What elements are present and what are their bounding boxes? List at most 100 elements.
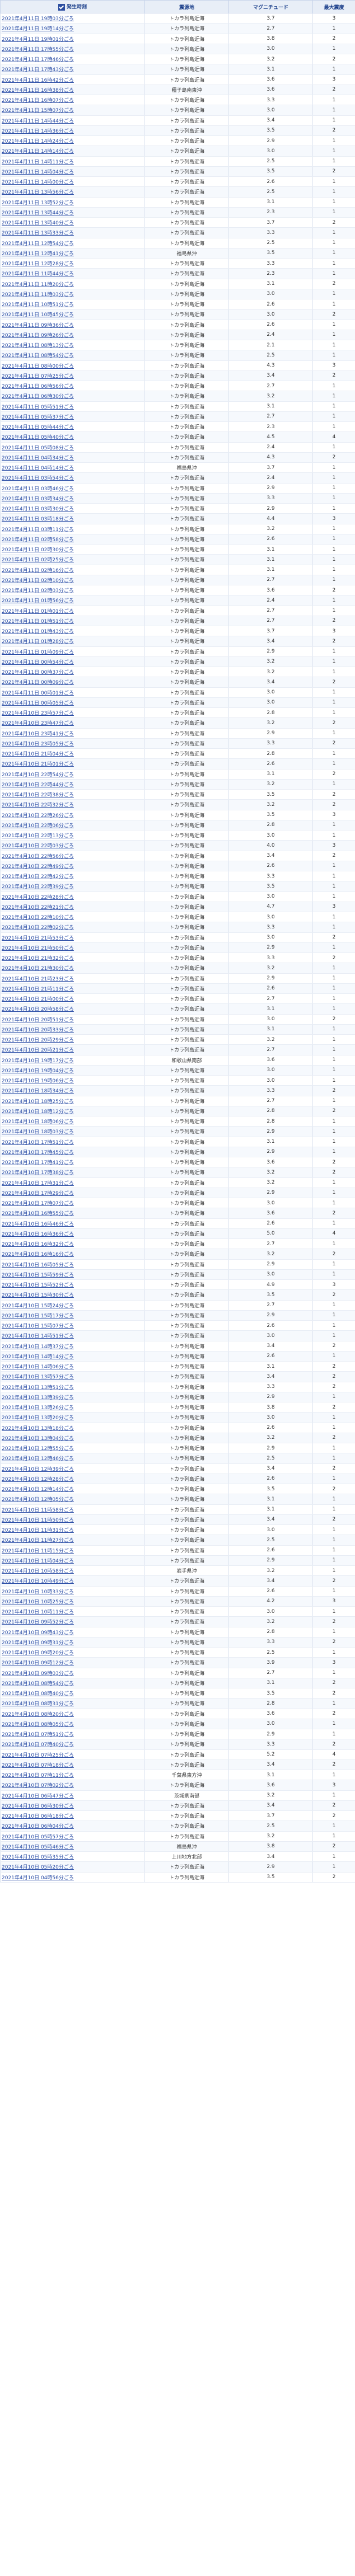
quake-time-link[interactable]: 2021年4月11日 09時36分ごろ	[0, 320, 145, 330]
quake-time-link[interactable]: 2021年4月10日 07時40分ごろ	[0, 1739, 145, 1750]
quake-time-link[interactable]: 2021年4月10日 21時00分ごろ	[0, 993, 145, 1005]
quake-time-link[interactable]: 2021年4月10日 12時05分ごろ	[0, 1494, 145, 1505]
quake-time-link[interactable]: 2021年4月11日 14時44分ごろ	[0, 115, 145, 126]
checkbox-icon[interactable]	[58, 3, 65, 11]
quake-time-link[interactable]: 2021年4月11日 00時09分ごろ	[0, 677, 145, 688]
quake-time-link[interactable]: 2021年4月11日 13時40分ごろ	[0, 217, 145, 228]
quake-time-link[interactable]: 2021年4月10日 10時33分ごろ	[0, 1586, 145, 1597]
quake-time-link[interactable]: 2021年4月10日 17時38分ごろ	[0, 1167, 145, 1178]
quake-time-link[interactable]: 2021年4月11日 00時01分ごろ	[0, 687, 145, 698]
quake-time-link[interactable]: 2021年4月10日 21時01分ごろ	[0, 758, 145, 769]
quake-time-link[interactable]: 2021年4月10日 22時39分ごろ	[0, 881, 145, 892]
quake-time-link[interactable]: 2021年4月10日 22時06分ごろ	[0, 820, 145, 831]
quake-time-link[interactable]: 2021年4月10日 12時39分ごろ	[0, 1463, 145, 1474]
quake-time-link[interactable]: 2021年4月10日 14時37分ごろ	[0, 1341, 145, 1352]
quake-time-link[interactable]: 2021年4月11日 07時25分ごろ	[0, 370, 145, 382]
quake-time-link[interactable]: 2021年4月10日 11時15分ごろ	[0, 1545, 145, 1556]
quake-time-link[interactable]: 2021年4月11日 14時36分ごろ	[0, 125, 145, 137]
quake-time-link[interactable]: 2021年4月11日 01時28分ごろ	[0, 636, 145, 647]
quake-time-link[interactable]: 2021年4月10日 11時31分ごろ	[0, 1524, 145, 1536]
quake-time-link[interactable]: 2021年4月11日 10時51分ごろ	[0, 299, 145, 310]
quake-time-link[interactable]: 2021年4月11日 04時14分ごろ	[0, 462, 145, 473]
quake-time-link[interactable]: 2021年4月10日 22時28分ごろ	[0, 891, 145, 902]
quake-time-link[interactable]: 2021年4月10日 18時25分ごろ	[0, 1096, 145, 1106]
quake-time-link[interactable]: 2021年4月11日 03時54分ごろ	[0, 472, 145, 484]
quake-time-link[interactable]: 2021年4月10日 14時51分ごろ	[0, 1330, 145, 1341]
quake-time-link[interactable]: 2021年4月10日 13時57分ごろ	[0, 1371, 145, 1382]
quake-time-link[interactable]: 2021年4月10日 13時20分ごろ	[0, 1412, 145, 1423]
quake-time-link[interactable]: 2021年4月11日 12時41分ごろ	[0, 248, 145, 259]
quake-time-link[interactable]: 2021年4月10日 22時10分ごろ	[0, 912, 145, 923]
quake-time-link[interactable]: 2021年4月11日 03時30分ごろ	[0, 503, 145, 514]
quake-time-link[interactable]: 2021年4月10日 19時06分ごろ	[0, 1075, 145, 1086]
quake-time-link[interactable]: 2021年4月11日 06時30分ごろ	[0, 391, 145, 402]
quake-time-link[interactable]: 2021年4月10日 12時14分ごろ	[0, 1484, 145, 1495]
quake-time-link[interactable]: 2021年4月10日 20時51分ごろ	[0, 1014, 145, 1025]
quake-time-link[interactable]: 2021年4月10日 10時49分ごろ	[0, 1575, 145, 1587]
quake-time-link[interactable]: 2021年4月11日 13時44分ごろ	[0, 207, 145, 218]
quake-time-link[interactable]: 2021年4月11日 03時18分ごろ	[0, 513, 145, 524]
quake-time-link[interactable]: 2021年4月10日 17時45分ごろ	[0, 1147, 145, 1158]
quake-time-link[interactable]: 2021年4月11日 16時42分ごろ	[0, 74, 145, 85]
quake-time-link[interactable]: 2021年4月10日 15時30分ごろ	[0, 1289, 145, 1301]
quake-time-link[interactable]: 2021年4月11日 11時03分ごろ	[0, 289, 145, 300]
quake-time-link[interactable]: 2021年4月10日 17時29分ごろ	[0, 1188, 145, 1199]
quake-time-link[interactable]: 2021年4月11日 13時56分ごろ	[0, 186, 145, 198]
quake-time-link[interactable]: 2021年4月10日 11時58分ごろ	[0, 1504, 145, 1515]
quake-time-link[interactable]: 2021年4月11日 11時44分ごろ	[0, 268, 145, 279]
quake-time-link[interactable]: 2021年4月10日 22時02分ごろ	[0, 922, 145, 933]
quake-time-link[interactable]: 2021年4月11日 04時34分ごろ	[0, 452, 145, 463]
quake-time-link[interactable]: 2021年4月11日 12時28分ごろ	[0, 258, 145, 269]
quake-time-link[interactable]: 2021年4月10日 18時03分ごろ	[0, 1126, 145, 1137]
quake-time-link[interactable]: 2021年4月10日 05時20分ごろ	[0, 1861, 145, 1873]
quake-time-link[interactable]: 2021年4月11日 14時04分ごろ	[0, 166, 145, 177]
quake-time-link[interactable]: 2021年4月10日 21時30分ごろ	[0, 963, 145, 974]
quake-time-link[interactable]: 2021年4月11日 09時26分ごろ	[0, 330, 145, 341]
quake-time-link[interactable]: 2021年4月11日 16時38分ごろ	[0, 85, 145, 96]
quake-time-link[interactable]: 2021年4月10日 13時26分ごろ	[0, 1402, 145, 1413]
quake-time-link[interactable]: 2021年4月11日 01時43分ごろ	[0, 626, 145, 637]
quake-time-link[interactable]: 2021年4月11日 17時55分ごろ	[0, 44, 145, 55]
quake-time-link[interactable]: 2021年4月11日 03時34分ごろ	[0, 493, 145, 504]
quake-time-link[interactable]: 2021年4月10日 18時06分ごろ	[0, 1116, 145, 1127]
quake-time-link[interactable]: 2021年4月10日 12時28分ごろ	[0, 1474, 145, 1485]
quake-time-link[interactable]: 2021年4月11日 14時24分ごろ	[0, 135, 145, 147]
quake-time-link[interactable]: 2021年4月11日 02時58分ごろ	[0, 534, 145, 545]
quake-time-link[interactable]: 2021年4月11日 17時46分ごろ	[0, 54, 145, 65]
quake-time-link[interactable]: 2021年4月10日 14時14分ごろ	[0, 1351, 145, 1362]
quake-time-link[interactable]: 2021年4月10日 22時13分ごろ	[0, 830, 145, 841]
quake-time-link[interactable]: 2021年4月10日 23時41分ごろ	[0, 728, 145, 739]
quake-time-link[interactable]: 2021年4月10日 20時21分ごろ	[0, 1044, 145, 1055]
quake-time-link[interactable]: 2021年4月10日 16時55分ごろ	[0, 1208, 145, 1219]
quake-time-link[interactable]: 2021年4月10日 16時05分ごろ	[0, 1259, 145, 1270]
quake-time-link[interactable]: 2021年4月10日 13時39分ごろ	[0, 1392, 145, 1403]
quake-time-link[interactable]: 2021年4月10日 09時52分ごろ	[0, 1616, 145, 1627]
quake-time-link[interactable]: 2021年4月10日 22時26分ごろ	[0, 810, 145, 820]
quake-time-link[interactable]: 2021年4月10日 20時58分ごろ	[0, 1003, 145, 1015]
quake-time-link[interactable]: 2021年4月10日 23時57分ごろ	[0, 707, 145, 719]
quake-time-link[interactable]: 2021年4月10日 08時31分ごろ	[0, 1698, 145, 1709]
quake-time-link[interactable]: 2021年4月10日 16時32分ごろ	[0, 1238, 145, 1250]
quake-time-link[interactable]: 2021年4月10日 07時02分ごろ	[0, 1780, 145, 1791]
header-time[interactable]: 発生時刻	[0, 0, 145, 13]
quake-time-link[interactable]: 2021年4月10日 07時11分ごろ	[0, 1770, 145, 1781]
quake-time-link[interactable]: 2021年4月11日 13時33分ごろ	[0, 227, 145, 238]
quake-time-link[interactable]: 2021年4月10日 22時21分ごろ	[0, 902, 145, 913]
quake-time-link[interactable]: 2021年4月10日 21時23分ごろ	[0, 973, 145, 984]
quake-time-link[interactable]: 2021年4月10日 16時46分ごろ	[0, 1218, 145, 1229]
quake-time-link[interactable]: 2021年4月11日 05時44分ごろ	[0, 421, 145, 433]
quake-time-link[interactable]: 2021年4月11日 14時14分ごろ	[0, 146, 145, 157]
quake-time-link[interactable]: 2021年4月10日 21時04分ごろ	[0, 748, 145, 759]
quake-time-link[interactable]: 2021年4月11日 02時30分ごろ	[0, 544, 145, 555]
quake-time-link[interactable]: 2021年4月10日 05時35分ごろ	[0, 1851, 145, 1862]
quake-time-link[interactable]: 2021年4月10日 20時29分ごろ	[0, 1034, 145, 1045]
quake-time-link[interactable]: 2021年4月10日 06時04分ごろ	[0, 1820, 145, 1832]
quake-time-link[interactable]: 2021年4月10日 08時20分ごろ	[0, 1709, 145, 1719]
quake-time-link[interactable]: 2021年4月10日 22時32分ごろ	[0, 799, 145, 810]
quake-time-link[interactable]: 2021年4月11日 06時56分ごろ	[0, 381, 145, 392]
quake-time-link[interactable]: 2021年4月11日 01時01分ごろ	[0, 606, 145, 616]
quake-time-link[interactable]: 2021年4月10日 22時54分ごろ	[0, 769, 145, 780]
quake-time-link[interactable]: 2021年4月11日 02時03分ごろ	[0, 585, 145, 596]
quake-time-link[interactable]: 2021年4月10日 11時27分ごろ	[0, 1535, 145, 1546]
quake-time-link[interactable]: 2021年4月11日 03時46分ごろ	[0, 483, 145, 494]
